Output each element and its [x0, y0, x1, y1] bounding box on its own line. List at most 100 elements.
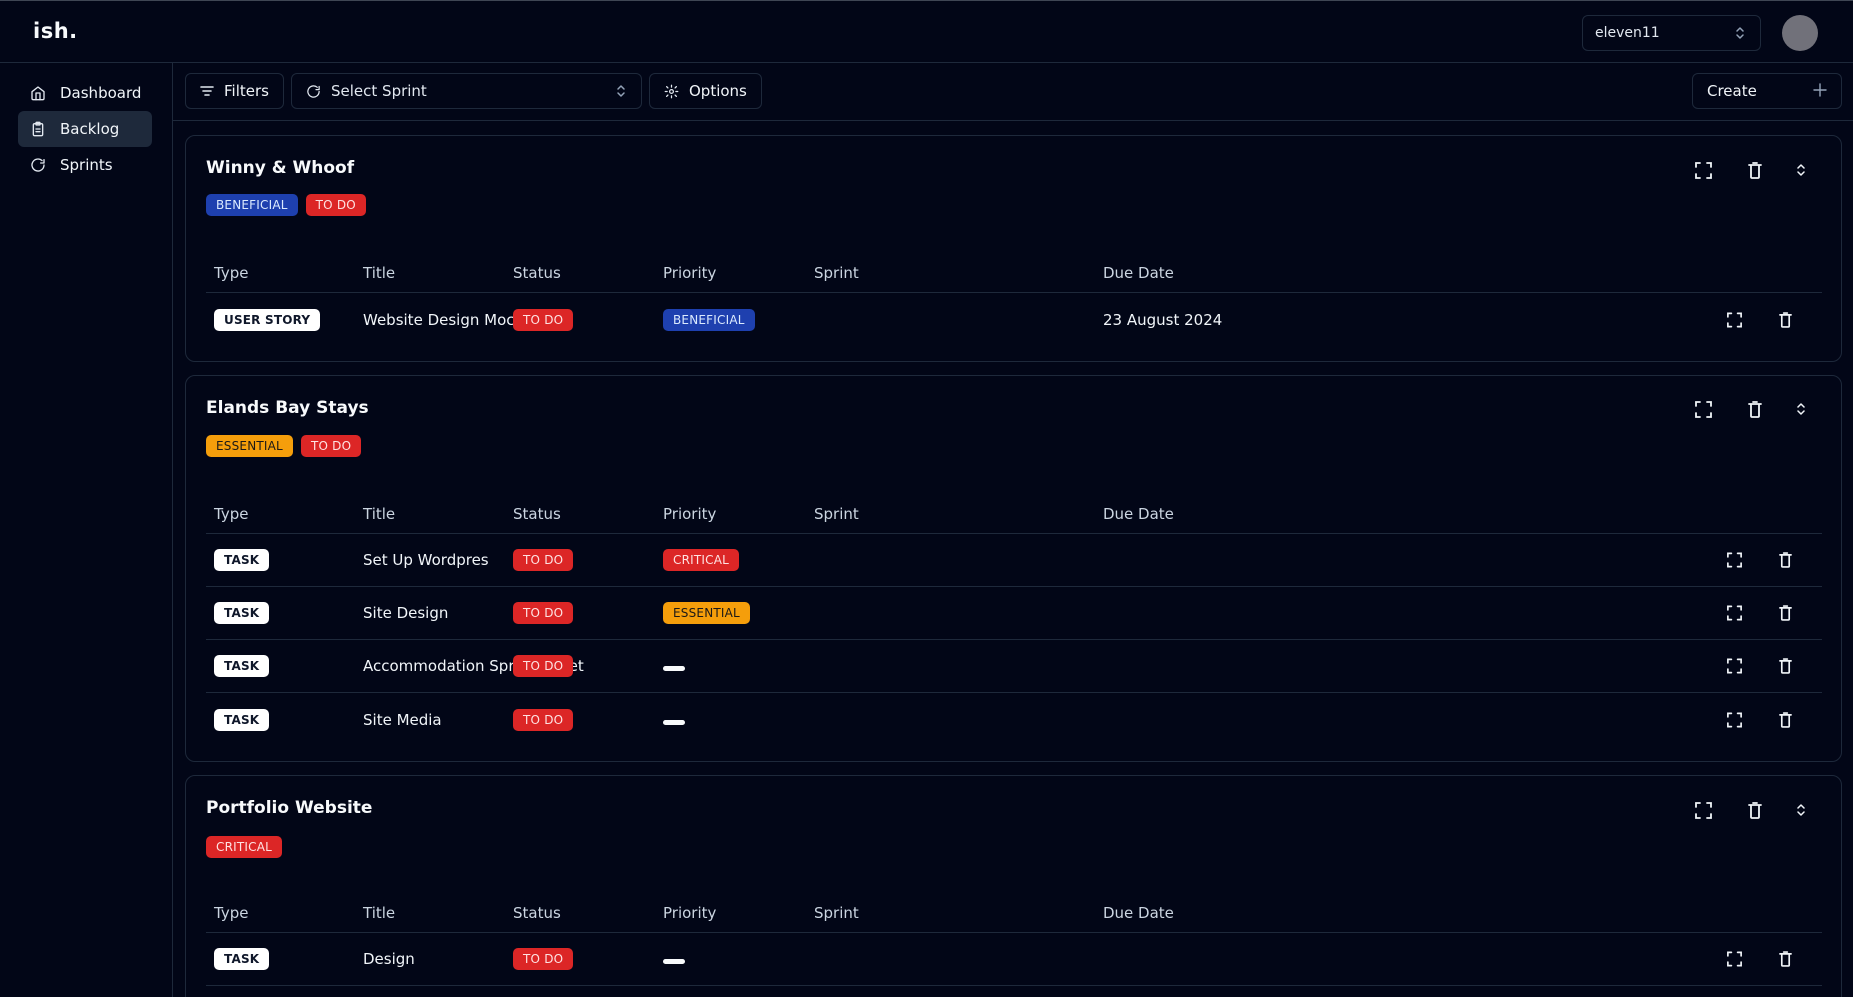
priority-badge: CRITICAL: [206, 836, 282, 858]
table-row[interactable]: TASK Accommodation Spreadsheet TO DO: [206, 640, 1822, 693]
status-badge: TO DO: [513, 655, 574, 677]
column-header-type[interactable]: Type: [214, 264, 248, 282]
column-header-due-date[interactable]: Due Date: [1103, 264, 1174, 282]
filter-icon: [200, 85, 214, 97]
app-logo[interactable]: ish.: [33, 19, 78, 43]
table-row[interactable]: TASK Set Up Wordpres TO DO CRITICAL: [206, 534, 1822, 587]
plus-icon: [1813, 83, 1827, 97]
column-header-type[interactable]: Type: [214, 505, 248, 523]
sidebar-item-label: Dashboard: [60, 84, 142, 102]
chevrons-up-down-icon: [1734, 26, 1746, 40]
table-header: Type Title Status Priority Sprint Due Da…: [206, 494, 1822, 534]
column-header-title[interactable]: Title: [363, 264, 395, 282]
expand-icon[interactable]: [1727, 658, 1742, 674]
column-header-title[interactable]: Title: [363, 904, 395, 922]
options-label: Options: [689, 82, 747, 100]
trash-icon[interactable]: [1743, 798, 1767, 822]
create-label: Create: [1707, 82, 1757, 100]
table-row[interactable]: TASK Design TO DO: [206, 933, 1822, 986]
sidebar: Dashboard Backlog Sprints: [0, 63, 173, 997]
expand-icon[interactable]: [1691, 397, 1715, 421]
trash-icon[interactable]: [1743, 397, 1767, 421]
column-header-priority[interactable]: Priority: [663, 505, 716, 523]
trash-icon[interactable]: [1779, 658, 1792, 674]
due-date: 23 August 2024: [1103, 310, 1223, 329]
type-badge: USER STORY: [214, 308, 321, 331]
trash-icon[interactable]: [1779, 605, 1792, 621]
column-header-sprint[interactable]: Sprint: [814, 505, 859, 523]
expand-icon[interactable]: [1691, 798, 1715, 822]
trash-icon[interactable]: [1779, 311, 1792, 328]
expand-icon[interactable]: [1727, 552, 1742, 568]
select-sprint-dropdown[interactable]: Select Sprint: [291, 73, 642, 109]
user-avatar[interactable]: [1782, 15, 1818, 51]
item-title: Site Media: [363, 710, 442, 729]
account-select[interactable]: eleven11: [1582, 15, 1761, 51]
sidebar-item-backlog[interactable]: Backlog: [18, 111, 152, 147]
column-header-status[interactable]: Status: [513, 264, 561, 282]
type-badge: TASK: [214, 549, 270, 571]
gear-icon: [664, 84, 679, 99]
priority-badge: BENEFICIAL: [206, 194, 298, 216]
expand-icon[interactable]: [1727, 951, 1742, 967]
expand-icon[interactable]: [1691, 158, 1715, 182]
chevrons-up-down-icon: [615, 84, 627, 98]
type-badge: TASK: [214, 655, 270, 677]
status-badge: TO DO: [513, 602, 574, 624]
column-header-due-date[interactable]: Due Date: [1103, 505, 1174, 523]
filters-label: Filters: [224, 82, 269, 100]
sidebar-item-dashboard[interactable]: Dashboard: [18, 75, 152, 111]
filters-button[interactable]: Filters: [185, 73, 284, 109]
column-header-status[interactable]: Status: [513, 904, 561, 922]
no-priority-dash: [663, 666, 685, 671]
status-badge: TO DO: [513, 708, 574, 731]
project-title: Winny & Whoof: [206, 158, 355, 178]
table-row[interactable]: TASK Site Design TO DO ESSENTIAL: [206, 587, 1822, 640]
project-card: Elands Bay Stays ESSENTIAL TO DO Type Ti…: [185, 375, 1842, 762]
refresh-icon: [306, 84, 321, 99]
chevrons-up-down-icon[interactable]: [1789, 798, 1813, 822]
column-header-sprint[interactable]: Sprint: [814, 264, 859, 282]
sidebar-item-sprints[interactable]: Sprints: [18, 147, 152, 183]
project-card: Winny & Whoof BENEFICIAL TO DO Type Titl…: [185, 135, 1842, 362]
project-tags: ESSENTIAL TO DO: [206, 435, 362, 457]
priority-badge: BENEFICIAL: [663, 308, 755, 331]
trash-icon[interactable]: [1779, 711, 1792, 728]
column-header-sprint[interactable]: Sprint: [814, 904, 859, 922]
priority-badge: ESSENTIAL: [663, 602, 750, 624]
expand-icon[interactable]: [1727, 312, 1742, 327]
trash-icon[interactable]: [1743, 158, 1767, 182]
no-priority-dash: [663, 959, 685, 964]
table-row[interactable]: TASK Site Media TO DO: [206, 693, 1822, 746]
refresh-icon: [30, 157, 46, 173]
status-badge: TO DO: [300, 435, 362, 457]
toolbar: Filters Select Sprint Options Create: [173, 63, 1853, 121]
create-button[interactable]: Create: [1692, 73, 1842, 109]
no-priority-dash: [663, 719, 685, 725]
type-badge: TASK: [214, 708, 270, 731]
type-badge: TASK: [214, 602, 270, 624]
select-sprint-placeholder: Select Sprint: [331, 82, 427, 100]
clipboard-icon: [30, 121, 46, 137]
item-title: Design: [363, 950, 415, 968]
column-header-due-date[interactable]: Due Date: [1103, 904, 1174, 922]
column-header-priority[interactable]: Priority: [663, 904, 716, 922]
trash-icon[interactable]: [1779, 951, 1792, 967]
expand-icon[interactable]: [1727, 712, 1742, 727]
item-title: Site Design: [363, 604, 449, 622]
chevrons-up-down-icon[interactable]: [1789, 397, 1813, 421]
priority-badge: ESSENTIAL: [206, 435, 293, 457]
options-button[interactable]: Options: [649, 73, 762, 109]
status-badge: TO DO: [513, 549, 574, 571]
chevrons-up-down-icon[interactable]: [1789, 158, 1813, 182]
column-header-priority[interactable]: Priority: [663, 264, 716, 282]
column-header-title[interactable]: Title: [363, 505, 395, 523]
type-badge: TASK: [214, 948, 270, 970]
column-header-status[interactable]: Status: [513, 505, 561, 523]
home-icon: [30, 85, 46, 101]
column-header-type[interactable]: Type: [214, 904, 248, 922]
status-badge: TO DO: [305, 194, 366, 216]
table-row[interactable]: USER STORY Website Design Mockup TO DO B…: [206, 293, 1822, 346]
expand-icon[interactable]: [1727, 605, 1742, 621]
trash-icon[interactable]: [1779, 552, 1792, 568]
